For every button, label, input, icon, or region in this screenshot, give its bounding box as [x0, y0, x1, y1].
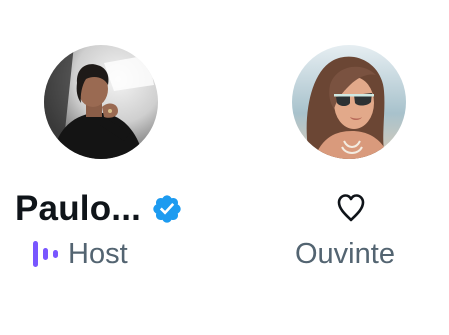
space-participants-grid: Paulo... Host Ouvinte	[0, 0, 449, 335]
participant-host[interactable]: Paulo... Host	[0, 0, 220, 335]
host-speaking-bars-icon	[33, 238, 61, 270]
host-role-label: Host	[68, 238, 128, 270]
verified-badge-icon	[151, 193, 183, 225]
host-name-row: Paulo...	[15, 188, 183, 230]
participant-listener[interactable]: Ouvinte	[229, 0, 449, 335]
listener-role-row: Ouvinte	[295, 234, 395, 274]
listener-avatar[interactable]	[292, 45, 406, 159]
listener-role-label: Ouvinte	[295, 238, 395, 270]
listener-avatar-image	[292, 45, 406, 159]
host-avatar[interactable]	[44, 45, 158, 159]
host-display-name[interactable]: Paulo...	[15, 188, 141, 230]
heart-outline-icon	[336, 192, 366, 224]
host-avatar-image	[44, 45, 158, 159]
host-role-row: Host	[33, 234, 128, 274]
